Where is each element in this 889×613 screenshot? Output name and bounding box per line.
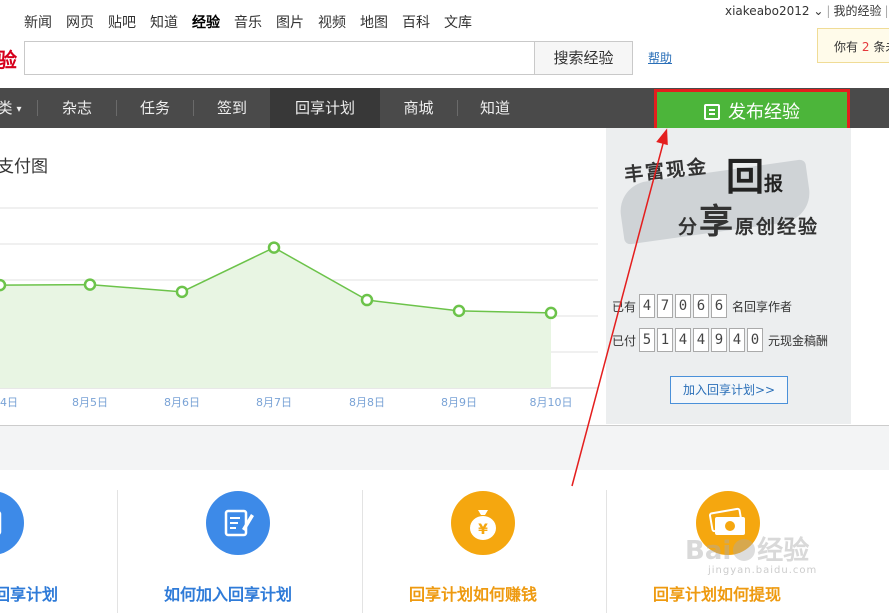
publish-experience-button[interactable]: 发布经验 [654,89,850,132]
menu-item-category[interactable]: 类 ▾ [0,88,27,128]
authors-suffix: 名回享作者 [732,299,793,314]
x-tick-label: 8月7日 [256,396,292,409]
top-nav-item[interactable]: 贴吧 [108,12,136,34]
x-tick-label: 8月8日 [349,396,385,409]
card-label: 回享计划 [0,585,59,604]
top-nav-item[interactable]: 视频 [318,12,346,34]
top-nav-item[interactable]: 地图 [360,12,388,34]
top-nav-item[interactable]: 音乐 [234,12,262,34]
promo-panel: 丰富现金 回报 分享原创经验 已有 47066 名回享作者 已付 5144940… [606,128,851,424]
card-how-to-join[interactable]: 如何加入回享计划 [117,471,362,613]
digit-box: 6 [711,294,728,318]
edit-icon [704,104,720,120]
data-point[interactable] [452,304,466,318]
card-label: 如何加入回享计划 [164,585,293,604]
paid-counter: 已付 5144940 元现金稿酬 [612,328,828,352]
promo-line2: 分享原创经验 [678,202,820,242]
paw-icon [733,539,756,561]
data-point[interactable] [175,285,189,299]
watermark-url: jingyan.baidu.com [708,565,818,576]
digit-box: 4 [639,294,656,318]
digit-box: 1 [657,328,674,352]
data-point[interactable] [267,241,281,254]
menu-item-magazine[interactable]: 杂志 [38,88,116,128]
data-point[interactable] [360,293,374,307]
gray-band [0,426,889,470]
digit-box: 4 [729,328,746,352]
notify-count: 2 [861,40,870,54]
data-point[interactable] [544,306,558,320]
menu-item-zhidao[interactable]: 知道 [458,88,532,128]
card-share-plan[interactable]: 回享计划 [0,471,117,613]
chart-title: 支付图 [0,157,48,177]
x-tick-label: 8月10日 [530,396,573,409]
watermark-logo: Bai 经验 [685,536,810,566]
edit-doc-icon [206,491,270,555]
data-point[interactable] [0,278,7,292]
menu-item-share-plan[interactable]: 回享计划 [270,88,380,128]
menu-item-store[interactable]: 商城 [380,88,457,128]
digit-box: 0 [747,328,764,352]
top-nav-item[interactable]: 网页 [66,12,94,34]
data-point[interactable] [83,278,97,291]
x-tick-label: 8月6日 [164,396,200,409]
publish-label: 发布经验 [728,102,800,123]
menu-label: 类 [0,99,13,117]
x-tick-label: 8月4日 [0,396,18,409]
top-nav-item[interactable]: 百科 [402,12,430,34]
top-nav-item[interactable]: 知道 [150,12,178,34]
digit-box: 4 [675,328,692,352]
card-label: 回享计划如何提现 [653,585,782,604]
top-nav-item[interactable]: 文库 [444,12,472,34]
user-area: xiakeabo2012 ⌄ | 我的经验 | [725,4,889,18]
promo-big-char: 回报 [726,154,784,199]
payment-chart: 8月4日 8月5日 8月6日 8月7日 8月8日 8月9日 8月10日 [0,207,598,409]
card-label: 回享计划如何赚钱 [409,585,538,604]
digit-box: 4 [693,328,710,352]
area-fill [0,247,551,388]
top-nav-item[interactable]: 新闻 [24,12,52,34]
paid-prefix: 已付 [612,333,637,348]
top-nav-item[interactable]: 经验 [192,12,220,34]
logo[interactable]: 验 [0,44,17,73]
authors-counter: 已有 47066 名回享作者 [612,294,792,318]
notify-suffix: 条未 [873,40,889,54]
notify-prefix: 你有 [834,40,859,54]
notification-tooltip[interactable]: 你有 2 条未 [817,28,889,63]
digit-box: 6 [693,294,710,318]
digit-box: 7 [657,294,674,318]
x-tick-label: 8月9日 [441,396,477,409]
help-link[interactable]: 帮助 [648,49,672,66]
digit-box: 5 [639,328,656,352]
search-input[interactable] [24,41,534,75]
menu-item-checkin[interactable]: 签到 [194,88,270,128]
paid-digits: 5144940 [639,328,765,352]
top-nav: 新闻 网页 贴吧 知道 经验 音乐 图片 视频 地图 百科 文库 [0,12,486,34]
top-nav-item[interactable]: 图片 [276,12,304,34]
my-experience-link[interactable]: 我的经验 [833,4,881,18]
authors-digits: 47066 [639,294,729,318]
menu-item-tasks[interactable]: 任务 [117,88,193,128]
card-how-to-earn[interactable]: ¥ 回享计划如何赚钱 [362,471,607,613]
svg-text:¥: ¥ [478,522,488,538]
authors-prefix: 已有 [612,299,637,314]
digit-box: 9 [711,328,728,352]
join-plan-button[interactable]: 加入回享计划>> [670,376,788,404]
page: 新闻 网页 贴吧 知道 经验 音乐 图片 视频 地图 百科 文库 xiakeabo2012 ⌄ | 我的… [0,0,889,613]
book-icon [0,491,24,555]
money-bag-icon: ¥ [451,491,515,555]
search-button[interactable]: 搜索经验 [534,41,633,75]
username[interactable]: xiakeabo2012 [725,4,810,18]
digit-box: 0 [675,294,692,318]
chevron-down-icon: ▾ [16,104,22,115]
paid-suffix: 元现金稿酬 [768,333,829,348]
x-tick-label: 8月5日 [72,396,108,409]
chevron-down-icon[interactable]: ⌄ [810,4,823,18]
